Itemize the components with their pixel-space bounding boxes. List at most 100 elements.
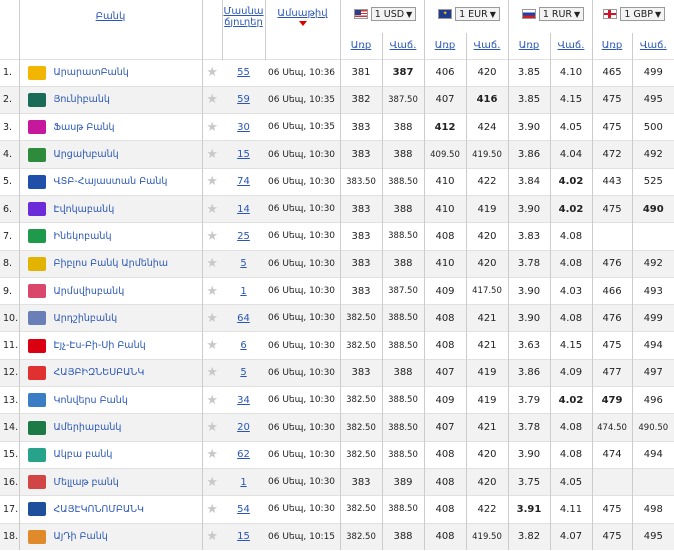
favorite-star-icon[interactable]: ★	[201, 194, 222, 223]
bank-name-link[interactable]: Ամերիաբանկ	[54, 422, 122, 433]
favorite-star-icon[interactable]: ★	[201, 413, 222, 442]
branches-link[interactable]: 1	[222, 467, 265, 496]
branches-link[interactable]: 62	[222, 440, 265, 469]
branches-link[interactable]: 64	[222, 304, 265, 332]
bank-cell[interactable]: ՀԱՅԲԻԶՆԵՍԲԱՆԿ	[18, 358, 202, 387]
rur-buy-header[interactable]: Առք	[507, 33, 550, 59]
branches-link[interactable]: 6	[222, 331, 265, 360]
gbp-sell: 494	[631, 440, 674, 469]
bank-name-link[interactable]: Ինեկոբանկ	[54, 231, 112, 242]
eur-buy: 412	[423, 113, 466, 141]
bank-cell[interactable]: Յունիբանկ	[18, 85, 202, 114]
bank-cell[interactable]: Բիբլոս Բանկ Արմենիա	[18, 249, 202, 278]
bank-cell[interactable]: Մելլաթ բանկ	[18, 467, 202, 496]
bank-name-link[interactable]: Մելլաթ բանկ	[54, 477, 119, 488]
table-row: 11. Էյչ-Էս-Բի-Սի Բանկ ★ 6 06 Սեպ, 10:30 382.5…	[0, 331, 674, 360]
usd-currency-select[interactable]: 1 USD ▼	[370, 7, 417, 21]
usd-sell-header[interactable]: Վաճ.	[381, 33, 424, 59]
branches-link[interactable]: 55	[222, 58, 265, 87]
favorite-star-icon[interactable]: ★	[201, 140, 222, 169]
bank-name-link[interactable]: Արցախբանկ	[54, 149, 119, 160]
bank-name-link[interactable]: Արմսվիսբանկ	[54, 286, 125, 297]
favorite-star-icon[interactable]: ★	[201, 522, 222, 551]
bank-name-link[interactable]: Էվոկաբանկ	[54, 204, 115, 215]
bank-cell[interactable]: Արմսվիսբանկ	[18, 276, 202, 305]
favorite-star-icon[interactable]: ★	[201, 331, 222, 360]
bank-name-link[interactable]: ՀԱՅԷԿՈՆՈՄԲԱՆԿ	[54, 504, 145, 515]
favorite-star-icon[interactable]: ★	[201, 222, 222, 251]
branches-link[interactable]: 59	[222, 85, 265, 114]
bank-name-link[interactable]: Ֆասթ Բանկ	[54, 122, 115, 133]
branches-link[interactable]: 54	[222, 495, 265, 524]
bank-cell[interactable]: Արցախբանկ	[18, 140, 202, 169]
gbp-buy: 479	[591, 386, 633, 414]
date-column-header[interactable]: Ամսաթիվ	[264, 0, 340, 33]
gbp-buy	[591, 467, 633, 496]
eur-currency-select[interactable]: 1 EUR ▼	[455, 7, 500, 21]
bank-cell[interactable]: Ինեկոբանկ	[18, 222, 202, 251]
favorite-star-icon[interactable]: ★	[201, 58, 222, 87]
bank-name-link[interactable]: Ակբա բանկ	[54, 449, 113, 460]
favorite-star-icon[interactable]: ★	[201, 495, 222, 524]
bank-logo-icon	[27, 393, 46, 408]
favorite-star-icon[interactable]: ★	[201, 276, 222, 305]
bank-name-link[interactable]: ՎՏԲ-Հայաստան Բանկ	[54, 176, 168, 187]
favorite-star-icon[interactable]: ★	[201, 167, 222, 196]
bank-cell[interactable]: Էյչ-Էս-Բի-Սի Բանկ	[18, 331, 202, 360]
eur-buy-header[interactable]: Առք	[423, 33, 466, 59]
rank-number: 16.	[0, 467, 19, 496]
bank-column-header[interactable]: Բանկ	[18, 0, 202, 33]
eur-sell-header[interactable]: Վաճ.	[465, 33, 508, 59]
favorite-star-icon[interactable]: ★	[201, 304, 222, 332]
branches-link[interactable]: 15	[222, 522, 265, 551]
gbp-currency-select[interactable]: 1 GBP ▼	[620, 7, 666, 21]
rank-number: 6.	[0, 194, 19, 223]
branches-link[interactable]: 1	[222, 276, 265, 305]
eur-buy: 410	[423, 194, 466, 223]
bank-name-link[interactable]: Կոնվերս Բանկ	[54, 395, 128, 406]
gbp-buy-header[interactable]: Առք	[591, 33, 633, 59]
bank-name-link[interactable]: Արդշինբանկ	[54, 313, 118, 324]
bank-cell[interactable]: Ակբա բանկ	[18, 440, 202, 469]
bank-cell[interactable]: Ամերիաբանկ	[18, 413, 202, 442]
bank-name-link[interactable]: ՀԱՅԲԻԶՆԵՍԲԱՆԿ	[54, 367, 145, 378]
branches-link[interactable]: 74	[222, 167, 265, 196]
bank-logo-icon	[27, 311, 46, 326]
rank-number: 14.	[0, 413, 19, 442]
bank-cell[interactable]: Արդշինբանկ	[18, 304, 202, 332]
rur-sell-header[interactable]: Վաճ.	[549, 33, 593, 59]
bank-cell[interactable]: Էվոկաբանկ	[18, 194, 202, 223]
rur-sell: 4.07	[549, 522, 593, 551]
branches-link[interactable]: 30	[222, 113, 265, 141]
branches-link[interactable]: 5	[222, 249, 265, 278]
bank-cell[interactable]: Ֆասթ Բանկ	[18, 113, 202, 141]
favorite-star-icon[interactable]: ★	[201, 358, 222, 387]
branches-link[interactable]: 15	[222, 140, 265, 169]
favorite-star-icon[interactable]: ★	[201, 113, 222, 141]
bank-cell[interactable]: ՀԱՅԷԿՈՆՈՄԲԱՆԿ	[18, 495, 202, 524]
bank-name-link[interactable]: Յունիբանկ	[54, 94, 110, 105]
rur-currency-select[interactable]: 1 RUR ▼	[538, 7, 585, 21]
favorite-star-icon[interactable]: ★	[201, 386, 222, 414]
branches-link[interactable]: 20	[222, 413, 265, 442]
bank-name-link[interactable]: ԱյԴի Բանկ	[54, 531, 108, 542]
favorite-star-icon[interactable]: ★	[201, 467, 222, 496]
branches-column-header[interactable]: Մասնա ճյուղեր	[221, 0, 265, 33]
usd-buy-header[interactable]: Առք	[339, 33, 382, 59]
favorite-star-icon[interactable]: ★	[201, 85, 222, 114]
bank-name-link[interactable]: Բիբլոս Բանկ Արմենիա	[54, 258, 169, 269]
bank-name-link[interactable]: Էյչ-Էս-Բի-Սի Բանկ	[54, 340, 146, 351]
bank-cell[interactable]: ՎՏԲ-Հայաստան Բանկ	[18, 167, 202, 196]
favorite-star-icon[interactable]: ★	[201, 440, 222, 469]
bank-cell[interactable]: Կոնվերս Բանկ	[18, 386, 202, 414]
bank-cell[interactable]: ԱյԴի Բանկ	[18, 522, 202, 551]
favorite-star-icon[interactable]: ★	[201, 249, 222, 278]
branches-link[interactable]: 5	[222, 358, 265, 387]
branches-link[interactable]: 14	[222, 194, 265, 223]
rur-sell: 4.08	[549, 440, 593, 469]
bank-name-link[interactable]: ԱրարատԲանկ	[54, 67, 129, 78]
bank-cell[interactable]: ԱրարատԲանկ	[18, 58, 202, 87]
branches-link[interactable]: 25	[222, 222, 265, 251]
branches-link[interactable]: 34	[222, 386, 265, 414]
gbp-sell-header[interactable]: Վաճ.	[631, 33, 674, 59]
